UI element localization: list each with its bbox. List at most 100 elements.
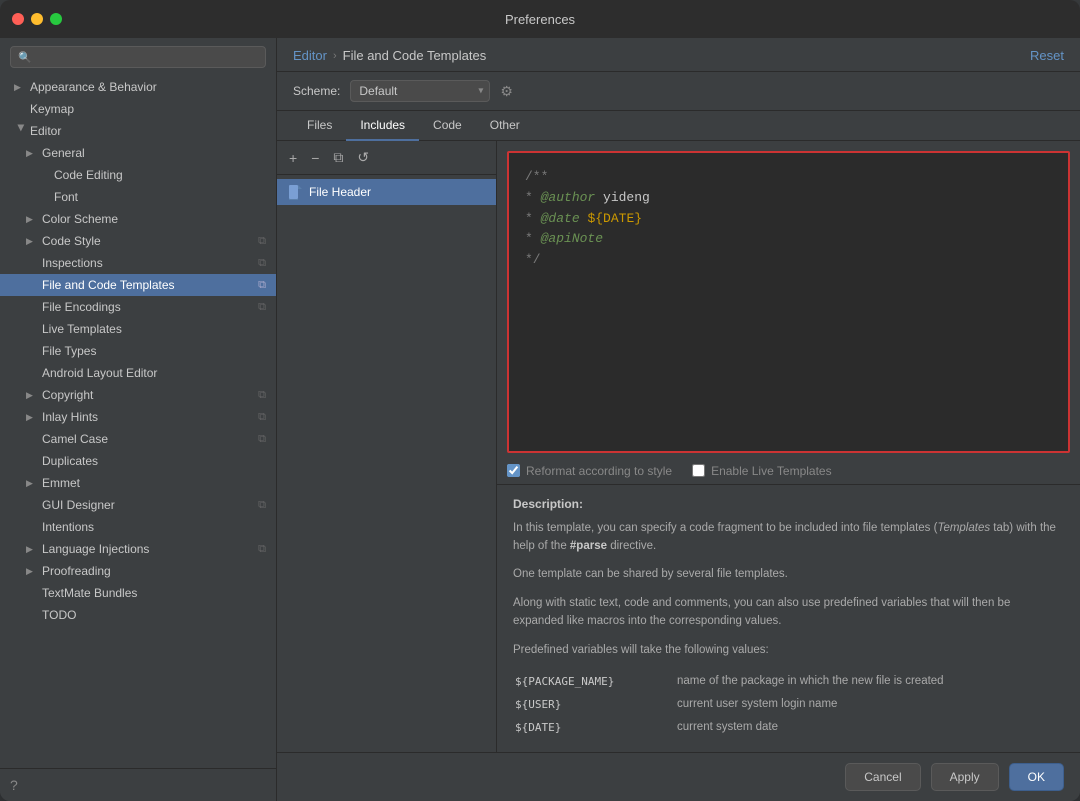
sidebar-item-android-layout[interactable]: Android Layout Editor [0,362,276,384]
reformat-checkbox-label[interactable]: Reformat according to style [507,464,672,478]
sidebar-item-label: TODO [42,608,76,622]
var-desc-3: current system date [677,717,1062,738]
remove-template-button[interactable]: − [307,148,323,168]
sidebar-item-live-templates[interactable]: Live Templates [0,318,276,340]
search-box[interactable]: 🔍 [10,46,266,68]
expand-arrow [26,456,40,466]
expand-arrow: ▶ [26,214,40,225]
sidebar-item-copyright[interactable]: ▶ Copyright ⧉ [0,384,276,406]
expand-arrow: ▶ [26,544,40,555]
sidebar-item-intentions[interactable]: Intentions [0,516,276,538]
code-editor-wrap: /** * @author yideng * @date ${DATE} * @… [497,141,1080,752]
maximize-button[interactable] [50,13,62,25]
window-title: Preferences [505,12,575,27]
code-editor[interactable]: /** * @author yideng * @date ${DATE} * @… [507,151,1070,453]
sidebar-item-label: Code Style [42,234,101,248]
reformat-checkbox[interactable] [507,464,520,477]
sidebar-item-file-code-templates[interactable]: File and Code Templates ⧉ [0,274,276,296]
reset-button[interactable]: Reset [1030,48,1064,63]
template-item-label: File Header [309,185,371,199]
search-input[interactable] [37,50,258,64]
var-name-3: ${DATE} [515,717,675,738]
ok-button[interactable]: OK [1009,763,1064,791]
sidebar-item-keymap[interactable]: Keymap [0,98,276,120]
sidebar-item-textmate-bundles[interactable]: TextMate Bundles [0,582,276,604]
breadcrumb-current: File and Code Templates [343,48,487,63]
sidebar-item-todo[interactable]: TODO [0,604,276,626]
expand-arrow [26,346,40,356]
sidebar-item-label: Inlay Hints [42,410,98,424]
description-title: Description: [513,497,1064,511]
apply-button[interactable]: Apply [931,763,999,791]
editor-area: + − ⧉ ↺ [277,141,1080,752]
close-button[interactable] [12,13,24,25]
tab-files[interactable]: Files [293,111,346,141]
sidebar-item-code-editing[interactable]: Code Editing [0,164,276,186]
bottom-bar: Cancel Apply OK [277,752,1080,801]
code-line-3: * @date ${DATE} [525,209,1052,230]
checkbox-row: Reformat according to style Enable Live … [497,458,1080,484]
scheme-row: Scheme: Default Project ⚙ [277,72,1080,111]
sidebar-item-color-scheme[interactable]: ▶ Color Scheme [0,208,276,230]
sidebar-item-code-style[interactable]: ▶ Code Style ⧉ [0,230,276,252]
reset-template-button[interactable]: ↺ [353,147,373,168]
copy-template-button[interactable]: ⧉ [329,147,347,168]
template-items: File Header [277,175,496,752]
sidebar-item-file-types[interactable]: File Types [0,340,276,362]
expand-arrow [26,588,40,598]
var-desc-2: current user system login name [677,694,1062,715]
live-templates-checkbox[interactable] [692,464,705,477]
var-name-1: ${PACKAGE_NAME} [515,671,675,692]
expand-arrow [26,324,40,334]
template-list: + − ⧉ ↺ [277,141,497,752]
add-template-button[interactable]: + [285,148,301,168]
cancel-button[interactable]: Cancel [845,763,920,791]
sidebar-item-font[interactable]: Font [0,186,276,208]
gear-button[interactable]: ⚙ [500,83,513,100]
template-item-file-header[interactable]: File Header [277,179,496,205]
sidebar-item-proofreading[interactable]: ▶ Proofreading [0,560,276,582]
breadcrumb-parent[interactable]: Editor [293,48,327,63]
sidebar-item-camel-case[interactable]: Camel Case ⧉ [0,428,276,450]
tab-code[interactable]: Code [419,111,476,141]
sidebar: 🔍 ▶ Appearance & Behavior Keymap ▶ Edito… [0,38,277,801]
copy-icon: ⧉ [258,279,266,292]
code-line-1: /** [525,167,1052,188]
expand-arrow-editor: ▶ [16,124,27,138]
right-header: Editor › File and Code Templates Reset [277,38,1080,72]
sidebar-item-inlay-hints[interactable]: ▶ Inlay Hints ⧉ [0,406,276,428]
sidebar-item-editor[interactable]: ▶ Editor [0,120,276,142]
description-paragraph-1: In this template, you can specify a code… [513,519,1064,556]
sidebar-item-label: Camel Case [42,432,108,446]
sidebar-item-label: File Types [42,344,96,358]
expand-arrow [26,610,40,620]
expand-arrow: ▶ [26,566,40,577]
sidebar-item-appearance[interactable]: ▶ Appearance & Behavior [0,76,276,98]
sidebar-item-label: Intentions [42,520,94,534]
live-templates-checkbox-label[interactable]: Enable Live Templates [692,464,832,478]
sidebar-item-label: Live Templates [42,322,122,336]
sidebar-item-gui-designer[interactable]: GUI Designer ⧉ [0,494,276,516]
sidebar-item-duplicates[interactable]: Duplicates [0,450,276,472]
copy-icon: ⧉ [258,543,266,556]
help-button[interactable]: ? [0,768,276,801]
var-name-2: ${USER} [515,694,675,715]
minimize-button[interactable] [31,13,43,25]
scheme-select[interactable]: Default Project [350,80,490,102]
expand-arrow [38,192,52,202]
tabs-row: Files Includes Code Other [277,111,1080,141]
live-templates-label: Enable Live Templates [711,464,832,478]
sidebar-item-file-encodings[interactable]: File Encodings ⧉ [0,296,276,318]
sidebar-item-emmet[interactable]: ▶ Emmet [0,472,276,494]
tab-other[interactable]: Other [476,111,534,141]
sidebar-item-language-injections[interactable]: ▶ Language Injections ⧉ [0,538,276,560]
expand-arrow: ▶ [26,478,40,489]
sidebar-item-label: File Encodings [42,300,121,314]
expand-arrow [26,500,40,510]
sidebar-item-general[interactable]: ▶ General [0,142,276,164]
expand-arrow [26,434,40,444]
sidebar-item-inspections[interactable]: Inspections ⧉ [0,252,276,274]
tab-includes[interactable]: Includes [346,111,419,141]
expand-arrow [14,104,28,114]
expand-arrow: ▶ [26,148,40,159]
